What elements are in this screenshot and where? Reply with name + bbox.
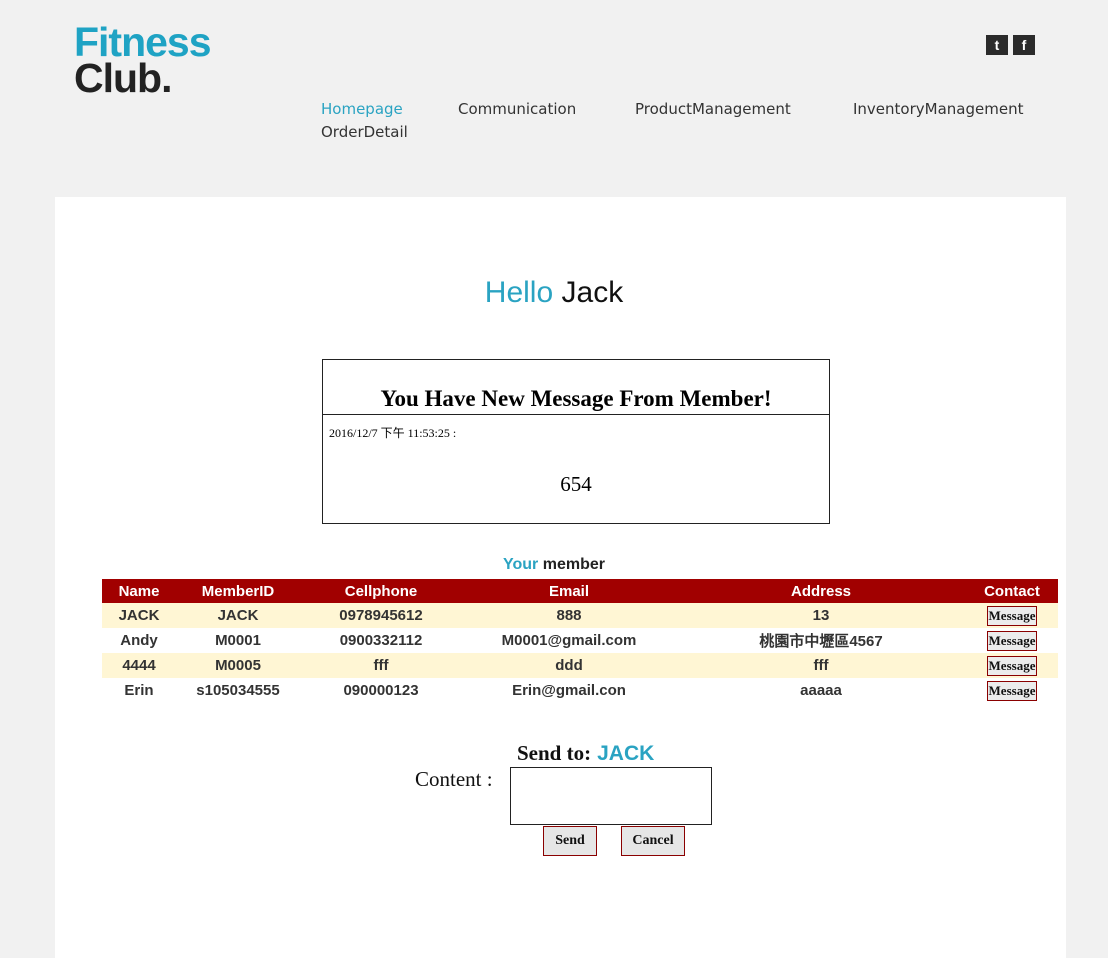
send-button[interactable]: Send [543, 826, 597, 856]
cell-name: Erin [124, 682, 154, 699]
cell-name: Andy [120, 632, 158, 649]
nav-communication[interactable]: Communication [458, 100, 576, 118]
send-to-label: Send to: [517, 741, 592, 765]
cell-cellphone: 090000123 [343, 682, 419, 699]
column-header: Contact [966, 579, 1058, 603]
column-header: Name [102, 579, 176, 603]
cell-member-id: s105034555 [196, 682, 280, 699]
nav-inventory-management[interactable]: InventoryManagement [853, 100, 1023, 118]
send-to-name: JACK [597, 742, 655, 765]
table-row: 4444 M0005 fff ddd fff Message [102, 653, 1058, 678]
cell-email: Erin@gmail.con [512, 682, 626, 699]
cell-cellphone: 0978945612 [300, 603, 462, 628]
cell-contact: Message [966, 653, 1058, 678]
members-table: Name MemberID Cellphone Email Address Co… [102, 579, 1058, 703]
cell-member-id: M0001 [215, 632, 261, 649]
nav-order-detail[interactable]: OrderDetail [321, 123, 408, 141]
cell-address: 桃園市中壢區4567 [759, 633, 883, 650]
members-title-rest: member [542, 556, 605, 573]
cell-email: M0001@gmail.com [501, 632, 637, 649]
message-divider [323, 414, 829, 415]
column-header: Email [462, 579, 676, 603]
nav-product-management[interactable]: ProductManagement [635, 100, 791, 118]
table-row: JACK JACK 0978945612 888 13 Message [102, 603, 1058, 628]
send-to: Send to: JACK [517, 741, 654, 766]
cell-contact: Message [966, 603, 1058, 628]
brand-logo: Fitness Club. [74, 22, 212, 101]
cell-contact: Message [966, 678, 1058, 703]
members-title-accent: Your [503, 556, 539, 573]
message-body: 654 [560, 472, 592, 496]
cell-contact: Message [966, 628, 1058, 653]
message-title: You Have New Message From Member! [380, 386, 772, 411]
greeting-hello: Hello [484, 276, 554, 309]
nav-homepage[interactable]: Homepage [321, 100, 403, 118]
table-header-row: Name MemberID Cellphone Email Address Co… [102, 579, 1058, 603]
members-section-title: Your member [0, 556, 1108, 574]
twitter-icon[interactable]: t [986, 35, 1008, 55]
cell-cellphone: 0900332112 [339, 632, 423, 649]
cell-email: 888 [462, 603, 676, 628]
table-row: Andy M0001 0900332112 M0001@gmail.com 桃園… [102, 628, 1058, 653]
table-row: Erin s105034555 090000123 Erin@gmail.con… [102, 678, 1058, 703]
greeting: Hello Jack [0, 276, 1108, 310]
cell-address: 13 [676, 603, 966, 628]
brand-line-2: Club. [74, 55, 172, 101]
message-button[interactable]: Message [986, 605, 1038, 626]
column-header: MemberID [176, 579, 300, 603]
cell-cellphone: fff [300, 653, 462, 678]
message-timestamp: 2016/12/7 下午 11:53:25 : [329, 426, 457, 440]
cell-email: ddd [462, 653, 676, 678]
content-label: Content : [415, 767, 493, 791]
cancel-button[interactable]: Cancel [621, 826, 685, 856]
message-button[interactable]: Message [986, 630, 1038, 651]
cell-name: JACK [102, 603, 176, 628]
cell-address: aaaaa [800, 682, 842, 699]
content-input[interactable] [510, 767, 712, 825]
column-header: Cellphone [300, 579, 462, 603]
cell-member-id: JACK [176, 603, 300, 628]
cell-address: fff [676, 653, 966, 678]
new-message-box: You Have New Message From Member! 2016/1… [322, 359, 830, 524]
column-header: Address [676, 579, 966, 603]
message-button[interactable]: Message [986, 655, 1038, 676]
cell-name: 4444 [102, 653, 176, 678]
cell-member-id: M0005 [176, 653, 300, 678]
facebook-icon[interactable]: f [1013, 35, 1035, 55]
message-button[interactable]: Message [986, 680, 1038, 701]
greeting-name: Jack [561, 276, 624, 309]
